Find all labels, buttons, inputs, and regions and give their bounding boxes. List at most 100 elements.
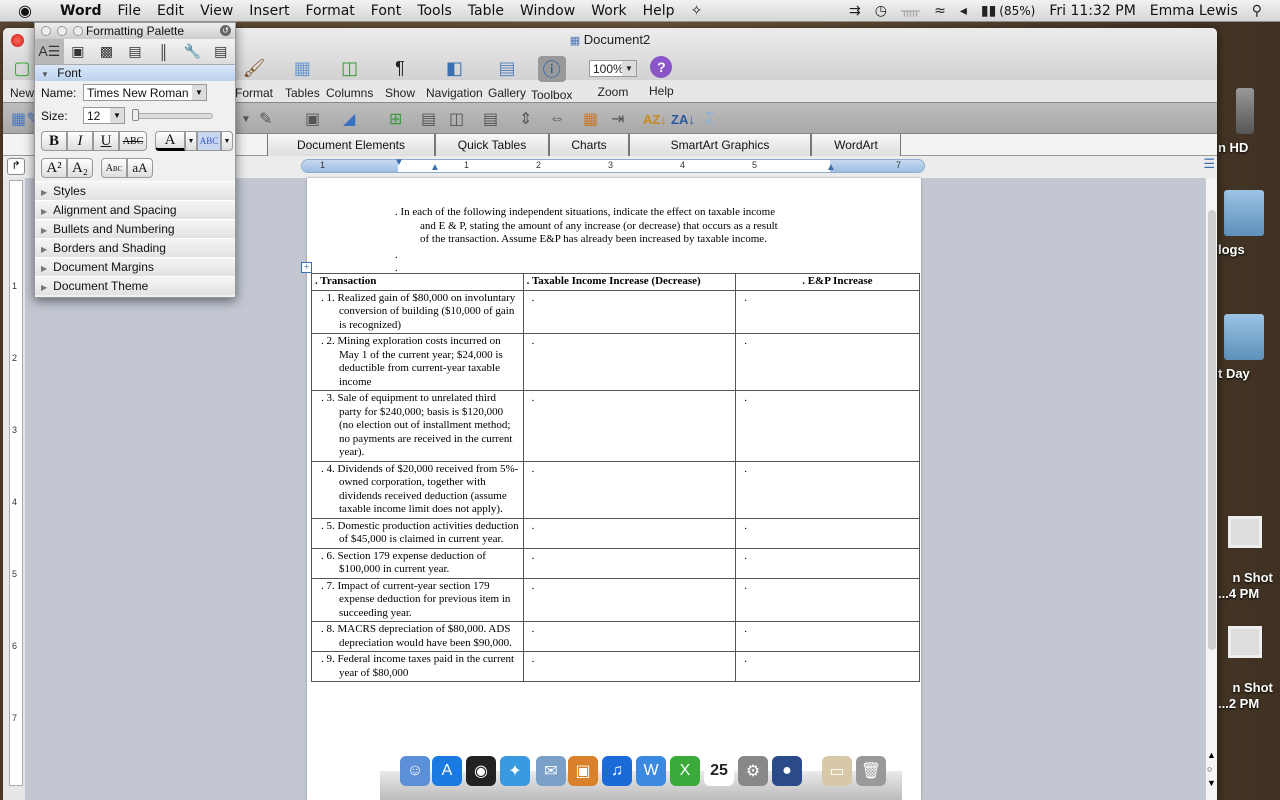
scrapbook-icon[interactable]: ▤ <box>121 39 150 64</box>
time-machine-icon[interactable]: ◷ <box>875 3 887 19</box>
highlight-button[interactable]: ABC <box>197 131 221 151</box>
font-color-dropdown[interactable]: ▼ <box>185 131 197 151</box>
right-indent-marker[interactable]: ▲ <box>826 162 836 173</box>
dock-itunes-icon[interactable]: ♫ <box>602 756 632 786</box>
clock[interactable]: Fri 11:32 PM <box>1049 3 1135 19</box>
align-cell-icon[interactable]: ▤ <box>483 108 498 130</box>
palette-options-icon[interactable]: ↺ <box>220 25 231 36</box>
sort-ascending-icon[interactable]: AZ↓ <box>643 108 667 130</box>
menu-tools[interactable]: Tools <box>409 3 460 19</box>
taxable-income-cell[interactable]: . <box>522 460 737 519</box>
superscript-button[interactable]: A² <box>41 158 67 178</box>
font-size-select[interactable]: 12 ▼ <box>83 107 125 124</box>
tab-wordart[interactable]: WordArt <box>811 134 901 156</box>
transaction-cell[interactable]: . 8. MACRS depreciation of $80,000. ADS … <box>311 621 524 652</box>
menu-insert[interactable]: Insert <box>241 3 297 19</box>
project-palette-icon[interactable]: ▤ <box>206 39 235 64</box>
change-case-button[interactable]: aA <box>127 158 153 178</box>
highlight-dropdown[interactable]: ▼ <box>221 131 233 151</box>
tab-charts[interactable]: Charts <box>549 134 629 156</box>
autosum-icon[interactable]: Σ <box>705 108 715 130</box>
dock-dashboard-icon[interactable]: ◉ <box>466 756 496 786</box>
vertical-scrollbar[interactable]: ▲ ○ ▼ <box>1205 178 1217 800</box>
reference-tools-icon[interactable]: ║ <box>149 39 178 64</box>
slider-thumb[interactable] <box>132 108 139 121</box>
transaction-cell[interactable]: . 2. Mining exploration costs incurred o… <box>311 333 524 391</box>
compatibility-wrench-icon[interactable]: 🔧 <box>178 39 207 64</box>
section-borders-shading[interactable]: ▶ Borders and Shading <box>35 238 235 257</box>
object-palette-icon[interactable]: ▣ <box>64 39 93 64</box>
dock-trash-icon[interactable]: 🗑 <box>856 756 886 786</box>
dock-word-icon[interactable]: W <box>636 756 666 786</box>
transaction-cell[interactable]: . 4. Dividends of $20,000 received from … <box>311 460 524 519</box>
taxable-income-cell[interactable]: . <box>522 577 737 622</box>
horizontal-ruler[interactable]: 1 1 2 3 4 5 7 ▼ ▲ ▲ <box>301 157 925 173</box>
previous-page-icon[interactable]: ▲ <box>1207 750 1216 760</box>
header-transaction[interactable]: . Transaction <box>311 273 524 291</box>
menu-file[interactable]: File <box>110 3 149 19</box>
menu-window[interactable]: Window <box>512 3 583 19</box>
dock-mail-icon[interactable]: ✉ <box>536 756 566 786</box>
insert-table-icon[interactable]: ⊞ <box>389 108 402 130</box>
section-document-margins[interactable]: ▶ Document Margins <box>35 257 235 276</box>
bluetooth-icon[interactable]: ᚅ <box>901 3 920 19</box>
menu-edit[interactable]: Edit <box>149 3 192 19</box>
wifi-icon[interactable]: ≈ <box>934 3 946 19</box>
desktop-icon-screenshot-2[interactable]: n Shot ...2 PM <box>1218 594 1280 728</box>
shading-icon[interactable]: ◢ <box>343 108 355 130</box>
document-page[interactable]: . In each of the following independent s… <box>301 178 921 800</box>
volume-icon[interactable]: ◂ <box>960 3 967 19</box>
menu-word[interactable]: Word <box>52 3 110 19</box>
citations-icon[interactable]: ▩ <box>92 39 121 64</box>
menu-table[interactable]: Table <box>460 3 512 19</box>
split-view-icon[interactable]: ☰ <box>1203 156 1215 172</box>
ep-increase-cell[interactable]: . <box>735 517 920 549</box>
dock-excel-icon[interactable]: X <box>670 756 700 786</box>
text-direction-icon[interactable]: ⇥ <box>611 108 624 130</box>
desktop-icon-day[interactable]: t Day <box>1218 314 1280 382</box>
scrollbar-thumb[interactable] <box>1208 210 1216 650</box>
small-caps-button[interactable]: Abc <box>101 158 127 178</box>
tab-quick-tables[interactable]: Quick Tables <box>435 134 549 156</box>
underline-button[interactable]: U <box>93 131 119 151</box>
ep-increase-cell[interactable]: . <box>735 390 920 462</box>
transaction-cell[interactable]: . 7. Impact of current-year section 179 … <box>311 577 524 622</box>
format-button[interactable]: 🖌 Format <box>235 56 273 101</box>
columns-button[interactable]: ◫ Columns <box>326 56 373 101</box>
dock-finder-icon[interactable]: ☺ <box>400 756 430 786</box>
toolbox-button[interactable]: ⓘ Toolbox <box>531 56 572 102</box>
ep-increase-cell[interactable]: . <box>735 651 920 682</box>
font-section-header[interactable]: ▼ Font <box>35 65 235 81</box>
strikethrough-button[interactable]: ABC <box>119 131 147 151</box>
gallery-button[interactable]: ▤ Gallery <box>488 56 526 101</box>
delete-rows-icon[interactable]: ▤ <box>421 108 436 130</box>
browse-object-icon[interactable]: ○ <box>1207 764 1212 774</box>
navigation-button[interactable]: ◧ Navigation <box>426 56 483 101</box>
distribute-rows-icon[interactable]: ⇕ <box>519 108 532 130</box>
dock-safari-icon[interactable]: ✦ <box>500 756 530 786</box>
hanging-indent-marker[interactable]: ▲ <box>430 162 440 173</box>
tab-stop-selector-icon[interactable]: ↱ <box>7 158 25 175</box>
palette-minimize-button[interactable] <box>57 26 67 36</box>
next-page-icon[interactable]: ▼ <box>1207 778 1216 788</box>
taxable-income-cell[interactable]: . <box>522 390 737 462</box>
taxable-income-cell[interactable]: . <box>522 517 737 549</box>
show-button[interactable]: ¶ Show <box>385 56 415 101</box>
dock-iphoto-icon[interactable]: ▣ <box>568 756 598 786</box>
ep-increase-cell[interactable]: . <box>735 460 920 519</box>
vertical-ruler[interactable]: 1 2 3 4 5 6 7 <box>9 180 23 786</box>
palette-zoom-button[interactable] <box>73 26 83 36</box>
taxable-income-cell[interactable]: . <box>522 651 737 682</box>
zoom-select[interactable]: 100% ▼ <box>589 60 637 77</box>
formatting-tab-icon[interactable]: A☰ <box>35 39 64 64</box>
taxable-income-cell[interactable]: . <box>522 547 737 579</box>
menu-format[interactable]: Format <box>297 3 362 19</box>
menu-work[interactable]: Work <box>583 3 634 19</box>
transaction-cell[interactable]: . 5. Domestic production activities dedu… <box>311 517 524 549</box>
dock-system-preferences-icon[interactable]: ⚙ <box>738 756 768 786</box>
battery-status[interactable]: ▮▮ (85%) <box>981 3 1035 19</box>
user-name[interactable]: Emma Lewis <box>1150 3 1238 19</box>
tab-document-elements[interactable]: Document Elements <box>267 134 435 156</box>
taxable-income-cell[interactable]: . <box>522 333 737 391</box>
desktop-icon-logs[interactable]: logs <box>1218 190 1280 258</box>
